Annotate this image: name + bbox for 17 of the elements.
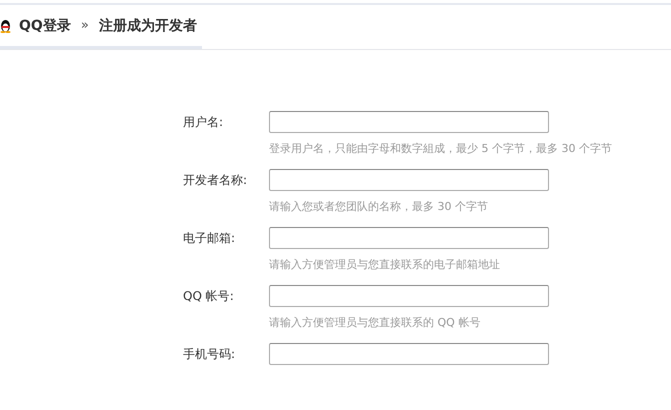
field-label: 用户名: xyxy=(183,114,224,131)
breadcrumb-separator: » xyxy=(80,18,89,33)
field-hint: 登录用户名，只能由字母和数字組成，最少 5 个字节，最多 30 个字节 xyxy=(269,141,612,157)
field-label: 开发者名称: xyxy=(183,172,248,189)
input-field[interactable] xyxy=(269,111,549,133)
field-hint: 请输入方便管理员与您直接联系的 QQ 帐号 xyxy=(269,315,482,331)
field-label: 手机号码: xyxy=(183,346,236,363)
field-hint: 请输入方便管理员与您直接联系的电子邮箱地址 xyxy=(269,257,501,273)
field-hint: 请输入您或者您团队的名称，最多 30 个字节 xyxy=(269,199,489,215)
input-field[interactable] xyxy=(269,343,549,365)
field-label: 电子邮箱: xyxy=(183,230,236,247)
page-title: 注册成为开发者 xyxy=(98,16,197,34)
input-field[interactable] xyxy=(269,169,549,191)
input-field[interactable] xyxy=(269,227,549,249)
field-label: QQ 帐号: xyxy=(183,288,235,305)
home-link[interactable]: QQ登录 xyxy=(19,16,71,34)
input-field[interactable] xyxy=(269,285,549,307)
